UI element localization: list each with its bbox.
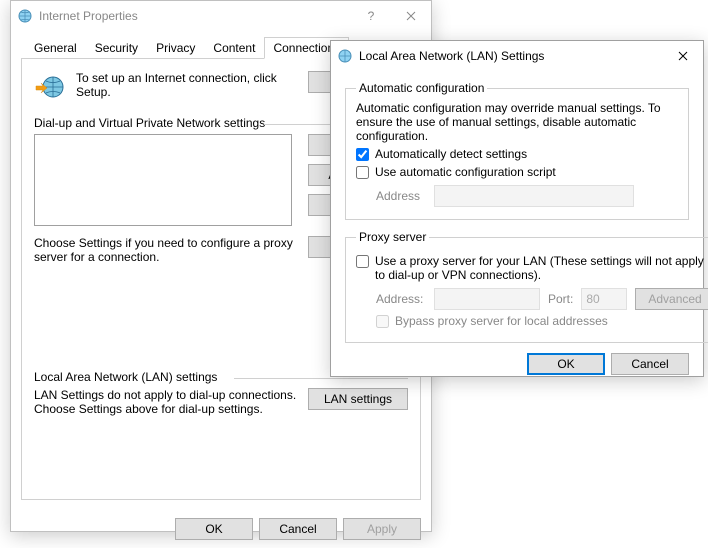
proxy-port-input — [581, 288, 627, 310]
close-button[interactable] — [391, 1, 431, 31]
proxy-address-label: Address: — [376, 292, 426, 306]
lan-footer: OK Cancel — [345, 353, 689, 375]
setup-text: To set up an Internet connection, click … — [76, 71, 298, 99]
ip-footer: OK Cancel Apply — [11, 510, 431, 548]
internet-options-icon — [17, 8, 33, 24]
dialup-listbox[interactable] — [34, 134, 292, 226]
proxy-address-input — [434, 288, 540, 310]
script-address-input — [434, 185, 634, 207]
lan-title: Local Area Network (LAN) Settings — [359, 49, 663, 63]
globe-arrow-icon — [34, 71, 66, 106]
internet-options-icon — [337, 48, 353, 64]
lan-settings-dialog: Local Area Network (LAN) Settings Automa… — [330, 40, 704, 377]
help-button[interactable]: ? — [351, 1, 391, 31]
tab-content[interactable]: Content — [204, 37, 264, 59]
auto-config-legend: Automatic configuration — [356, 81, 487, 95]
auto-script-checkbox[interactable] — [356, 166, 369, 179]
lan-settings-text: LAN Settings do not apply to dial-up con… — [34, 388, 300, 416]
tab-security[interactable]: Security — [86, 37, 147, 59]
cancel-button[interactable]: Cancel — [259, 518, 337, 540]
proxy-group: Proxy server Use a proxy server for your… — [345, 230, 708, 343]
ip-title: Internet Properties — [39, 9, 351, 23]
bypass-label: Bypass proxy server for local addresses — [395, 314, 608, 328]
bypass-checkbox — [376, 315, 389, 328]
use-proxy-label: Use a proxy server for your LAN (These s… — [375, 254, 708, 282]
use-proxy-row[interactable]: Use a proxy server for your LAN (These s… — [356, 254, 708, 282]
auto-detect-row[interactable]: Automatically detect settings — [356, 147, 678, 161]
auto-script-row[interactable]: Use automatic configuration script — [356, 165, 678, 179]
auto-config-text: Automatic configuration may override man… — [356, 101, 678, 143]
cancel-button[interactable]: Cancel — [611, 353, 689, 375]
close-button[interactable] — [663, 41, 703, 71]
bypass-row: Bypass proxy server for local addresses — [376, 314, 708, 328]
lan-settings-button[interactable]: LAN settings — [308, 388, 408, 410]
choose-settings-text: Choose Settings if you need to configure… — [34, 236, 300, 264]
tab-privacy[interactable]: Privacy — [147, 37, 204, 59]
auto-detect-label: Automatically detect settings — [375, 147, 527, 161]
ok-button[interactable]: OK — [175, 518, 253, 540]
ip-titlebar[interactable]: Internet Properties ? — [11, 1, 431, 31]
use-proxy-checkbox[interactable] — [356, 255, 369, 268]
apply-button: Apply — [343, 518, 421, 540]
ok-button[interactable]: OK — [527, 353, 605, 375]
auto-detect-checkbox[interactable] — [356, 148, 369, 161]
proxy-port-label: Port: — [548, 292, 573, 306]
auto-config-group: Automatic configuration Automatic config… — [345, 81, 689, 220]
proxy-legend: Proxy server — [356, 230, 429, 244]
advanced-button: Advanced — [635, 288, 708, 310]
auto-script-label: Use automatic configuration script — [375, 165, 556, 179]
script-address-label: Address — [376, 189, 426, 203]
tab-general[interactable]: General — [25, 37, 86, 59]
lan-titlebar[interactable]: Local Area Network (LAN) Settings — [331, 41, 703, 71]
